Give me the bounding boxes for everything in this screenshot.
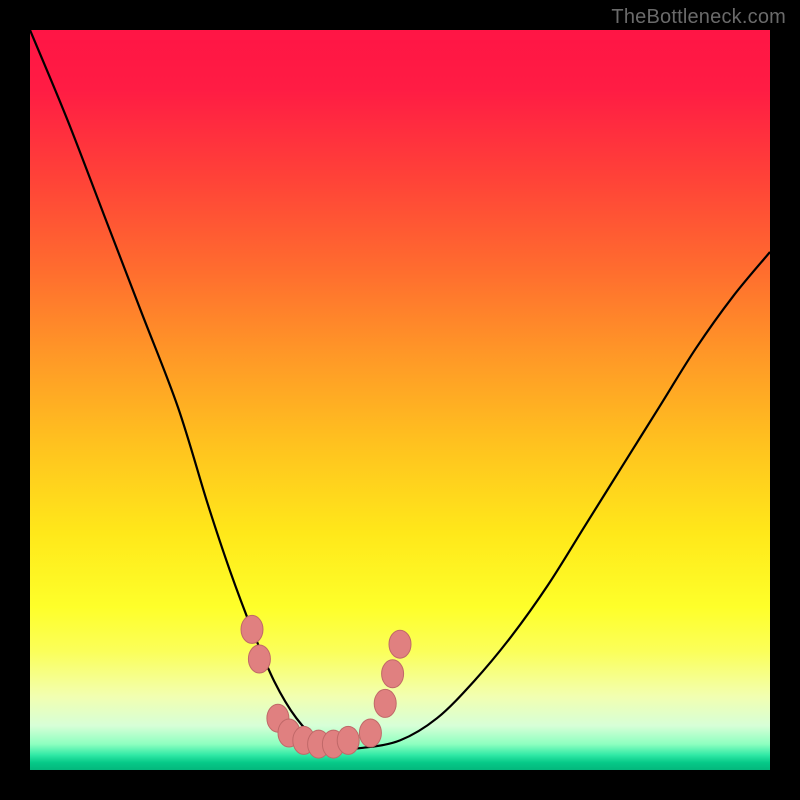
plot-area xyxy=(30,30,770,770)
curve-marker xyxy=(382,660,404,688)
curve-markers xyxy=(241,615,411,758)
curve-marker xyxy=(389,630,411,658)
curve-marker xyxy=(359,719,381,747)
watermark-text: TheBottleneck.com xyxy=(611,6,786,29)
chart-frame: TheBottleneck.com xyxy=(0,0,800,800)
curve-marker xyxy=(337,726,359,754)
curve-marker xyxy=(374,689,396,717)
curve-layer xyxy=(30,30,770,770)
curve-marker xyxy=(241,615,263,643)
curve-marker xyxy=(248,645,270,673)
